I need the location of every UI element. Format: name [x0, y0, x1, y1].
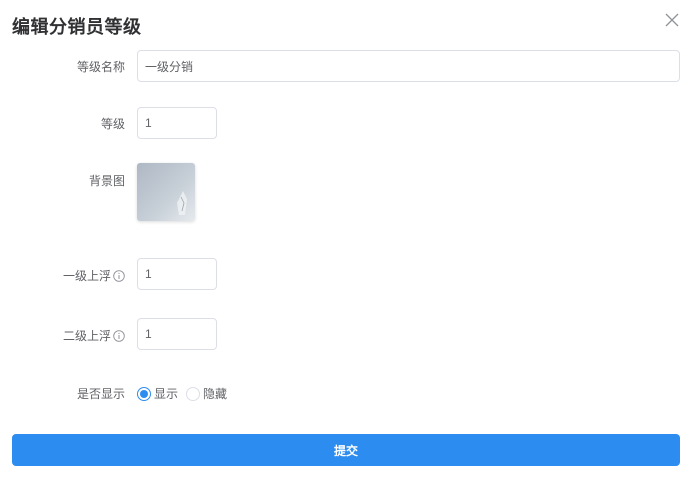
visibility-radio-group: 显示 隐藏	[137, 385, 227, 402]
radio-show-label: 显示	[154, 387, 179, 401]
background-label: 背景图	[88, 174, 125, 188]
radio-hide-indicator[interactable]	[186, 386, 201, 401]
radio-show[interactable]: 显示	[137, 385, 178, 402]
level-label: 等级	[100, 117, 125, 131]
radio-hide-label: 隐藏	[203, 387, 228, 401]
background-thumbnail[interactable]	[137, 163, 195, 221]
first-float-input[interactable]	[137, 258, 217, 290]
first-float-label: 一级上浮	[63, 267, 125, 284]
info-icon[interactable]	[113, 329, 125, 342]
second-float-label: 二级上浮	[63, 327, 125, 344]
info-icon[interactable]	[113, 269, 125, 282]
close-icon[interactable]	[664, 12, 680, 28]
radio-hide[interactable]: 隐藏	[186, 385, 227, 402]
second-float-label-text: 二级上浮	[62, 329, 111, 343]
submit-button[interactable]: 提交	[12, 434, 680, 466]
level-name-label: 等级名称	[76, 60, 125, 74]
first-float-label-text: 一级上浮	[62, 269, 111, 283]
second-float-input[interactable]	[137, 318, 217, 350]
level-input[interactable]	[137, 107, 217, 139]
radio-show-indicator[interactable]	[137, 386, 151, 401]
dialog-title: 编辑分销员等级	[12, 17, 142, 37]
level-name-input[interactable]	[137, 50, 680, 82]
visibility-label: 是否显示	[76, 387, 125, 401]
edit-distributor-level-dialog: 编辑分销员等级 等级名称 等级 背景图	[0, 0, 696, 480]
